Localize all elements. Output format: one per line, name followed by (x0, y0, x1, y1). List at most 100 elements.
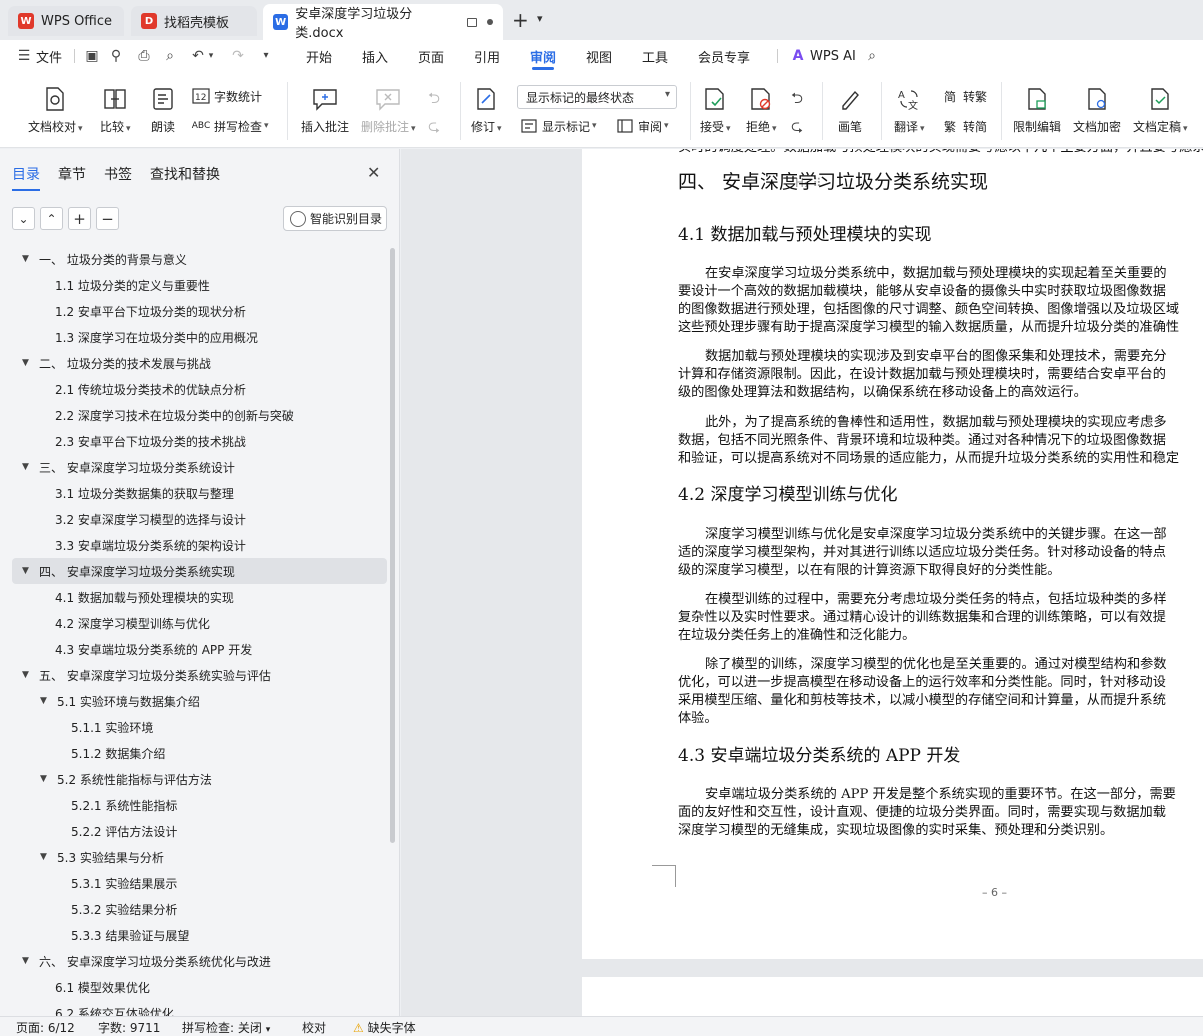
tab-bookmarks[interactable]: 书签 (104, 164, 132, 184)
toc-item[interactable]: ▼ 一、 垃圾分类的背景与意义 (12, 246, 387, 272)
delete-comment-button[interactable]: 删除批注 ▾ (361, 86, 416, 135)
show-marks-button[interactable]: 显示标记 ▾ (520, 116, 597, 136)
expand-button[interactable]: ⌃ (40, 207, 63, 230)
redo-icon[interactable]: ↷ (230, 48, 246, 64)
search-icon[interactable]: ⌕ (864, 48, 880, 64)
toc-scrollbar[interactable] (390, 248, 395, 843)
toc-item[interactable]: 1.1 垃圾分类的定义与重要性 (12, 272, 387, 298)
toc-item[interactable]: 5.1.2 数据集介绍 (12, 740, 387, 766)
revise-button[interactable]: 修订 ▾ (471, 86, 502, 135)
toc-item[interactable]: ▼ 五、 安卓深度学习垃圾分类系统实验与评估 (12, 662, 387, 688)
toc-item[interactable]: ▼ 六、 安卓深度学习垃圾分类系统优化与改进 (12, 948, 387, 974)
expand-triangle-icon[interactable]: ▼ (40, 852, 50, 862)
expand-triangle-icon[interactable]: ▼ (22, 462, 32, 472)
print-icon[interactable]: ⎙ (136, 48, 152, 64)
doc-check-button[interactable]: 文档校对 ▾ (28, 86, 83, 135)
tab-toc[interactable]: 目录 (12, 164, 40, 191)
toc-item[interactable]: ▼ 二、 垃圾分类的技术发展与挑战 (12, 350, 387, 376)
missing-font-indicator[interactable]: ⚠ 缺失字体 (353, 1019, 416, 1036)
remove-heading-button[interactable]: − (96, 207, 119, 230)
tab-sections[interactable]: 章节 (58, 164, 86, 184)
expand-triangle-icon[interactable]: ▼ (22, 566, 32, 576)
menu-tools[interactable]: 工具 (642, 40, 668, 72)
toc-item[interactable]: 1.2 安卓平台下垃圾分类的现状分析 (12, 298, 387, 324)
toc-item[interactable]: 3.1 垃圾分类数据集的获取与整理 (12, 480, 387, 506)
toc-item[interactable]: 5.2.2 评估方法设计 (12, 818, 387, 844)
spell-check-button[interactable]: ABC 拼写检查 ▾ (192, 116, 269, 136)
share-icon[interactable]: ⚲ (108, 48, 124, 64)
undo-dropdown-icon[interactable]: ▾ (203, 48, 219, 64)
add-heading-button[interactable]: + (68, 207, 91, 230)
toc-item[interactable]: 4.3 安卓端垃圾分类系统的 APP 开发 (12, 636, 387, 662)
toc-item[interactable]: ▼ 四、 安卓深度学习垃圾分类系统实现 (12, 558, 387, 584)
toc-item[interactable]: 5.3.3 结果验证与展望 (12, 922, 387, 948)
menu-wps-ai[interactable]: WPS AI (810, 40, 856, 72)
compare-button[interactable]: 比较 ▾ (100, 86, 131, 135)
word-count-button[interactable]: 12 字数统计 (192, 86, 262, 106)
expand-triangle-icon[interactable]: ▼ (22, 254, 32, 264)
expand-triangle-icon[interactable]: ▼ (40, 774, 50, 784)
toc-item[interactable]: 2.1 传统垃圾分类技术的优缺点分析 (12, 376, 387, 402)
menu-insert[interactable]: 插入 (362, 40, 388, 72)
hamburger-icon[interactable]: ☰ (16, 48, 32, 64)
toc-item[interactable]: 1.3 深度学习在垃圾分类中的应用概况 (12, 324, 387, 350)
more-chevron-icon[interactable]: ▾ (258, 48, 274, 64)
toc-item[interactable]: 5.3.1 实验结果展示 (12, 870, 387, 896)
tab-template[interactable]: D 找稻壳模板 (131, 6, 257, 36)
next-comment-icon[interactable]: ⮎ (428, 116, 440, 141)
tab-list-chevron-icon[interactable]: ▾ (537, 12, 543, 25)
expand-triangle-icon[interactable]: ▼ (40, 696, 50, 706)
pen-button[interactable]: 画笔 (837, 86, 863, 135)
toc-item[interactable]: ▼ 5.2 系统性能指标与评估方法 (12, 766, 387, 792)
reject-button[interactable]: 拒绝 ▾ (746, 86, 777, 135)
menu-review[interactable]: 审阅 (530, 40, 556, 72)
tab-find-replace[interactable]: 查找和替换 (150, 164, 220, 184)
toc-item[interactable]: 5.1.1 实验环境 (12, 714, 387, 740)
to-simplified-button[interactable]: 繁 转简 (941, 116, 987, 136)
collapse-all-button[interactable]: ⌄ (12, 207, 35, 230)
unsaved-dot-icon[interactable] (487, 19, 493, 25)
prev-change-icon[interactable]: ⮌ (791, 88, 803, 113)
toc-item[interactable]: 2.2 深度学习技术在垃圾分类中的创新与突破 (12, 402, 387, 428)
next-change-icon[interactable]: ⮎ (791, 116, 803, 141)
toc-item[interactable]: 3.3 安卓端垃圾分类系统的架构设计 (12, 532, 387, 558)
prev-comment-icon[interactable]: ⮌ (428, 88, 440, 113)
review-pane-button[interactable]: 审阅 ▾ (616, 116, 669, 136)
read-aloud-button[interactable]: 朗读 (150, 86, 176, 135)
toc-item[interactable]: 6.1 模型效果优化 (12, 974, 387, 1000)
close-icon[interactable]: ✕ (367, 163, 380, 182)
toc-item[interactable]: ▼ 5.1 实验环境与数据集介绍 (12, 688, 387, 714)
proofread-indicator[interactable]: 校对 (302, 1019, 326, 1036)
expand-triangle-icon[interactable]: ▼ (22, 670, 32, 680)
tab-document[interactable]: W 安卓深度学习垃圾分类.docx (263, 4, 503, 41)
new-tab-plus-icon[interactable]: + (512, 8, 529, 32)
finalize-button[interactable]: 文档定稿 ▾ (1133, 86, 1188, 135)
toc-item[interactable]: 5.2.1 系统性能指标 (12, 792, 387, 818)
restrict-edit-button[interactable]: 限制编辑 (1013, 86, 1061, 135)
word-count-indicator[interactable]: 字数: 9711 (98, 1019, 160, 1036)
print-preview-icon[interactable]: ⌕ (162, 48, 178, 64)
markup-display-select[interactable]: 显示标记的最终状态 ▾ (517, 85, 677, 109)
tab-wps-office[interactable]: W WPS Office (8, 6, 124, 36)
toc-item[interactable]: 5.3.2 实验结果分析 (12, 896, 387, 922)
menu-member[interactable]: 会员专享 (698, 40, 750, 72)
toc-item[interactable]: ▼ 5.3 实验结果与分析 (12, 844, 387, 870)
menu-home[interactable]: 开始 (306, 40, 332, 72)
toc-item[interactable]: 4.1 数据加载与预处理模块的实现 (12, 584, 387, 610)
encrypt-button[interactable]: 文档加密 (1073, 86, 1121, 135)
translate-button[interactable]: A文 翻译 ▾ (894, 86, 925, 135)
menu-file[interactable]: 文件 (36, 40, 62, 72)
spell-check-indicator[interactable]: 拼写检查: 关闭 ▾ (182, 1019, 270, 1036)
menu-view[interactable]: 视图 (586, 40, 612, 72)
expand-triangle-icon[interactable]: ▼ (22, 956, 32, 966)
toc-item[interactable]: 3.2 安卓深度学习模型的选择与设计 (12, 506, 387, 532)
save-icon[interactable]: ▣ (84, 48, 100, 64)
toc-item[interactable]: 2.3 安卓平台下垃圾分类的技术挑战 (12, 428, 387, 454)
accept-button[interactable]: 接受 ▾ (700, 86, 731, 135)
menu-references[interactable]: 引用 (474, 40, 500, 72)
page-indicator[interactable]: 页面: 6/12 (16, 1019, 75, 1036)
toc-item[interactable]: 4.2 深度学习模型训练与优化 (12, 610, 387, 636)
menu-page[interactable]: 页面 (418, 40, 444, 72)
insert-comment-button[interactable]: 插入批注 (301, 86, 349, 135)
monitor-icon[interactable] (466, 17, 478, 27)
